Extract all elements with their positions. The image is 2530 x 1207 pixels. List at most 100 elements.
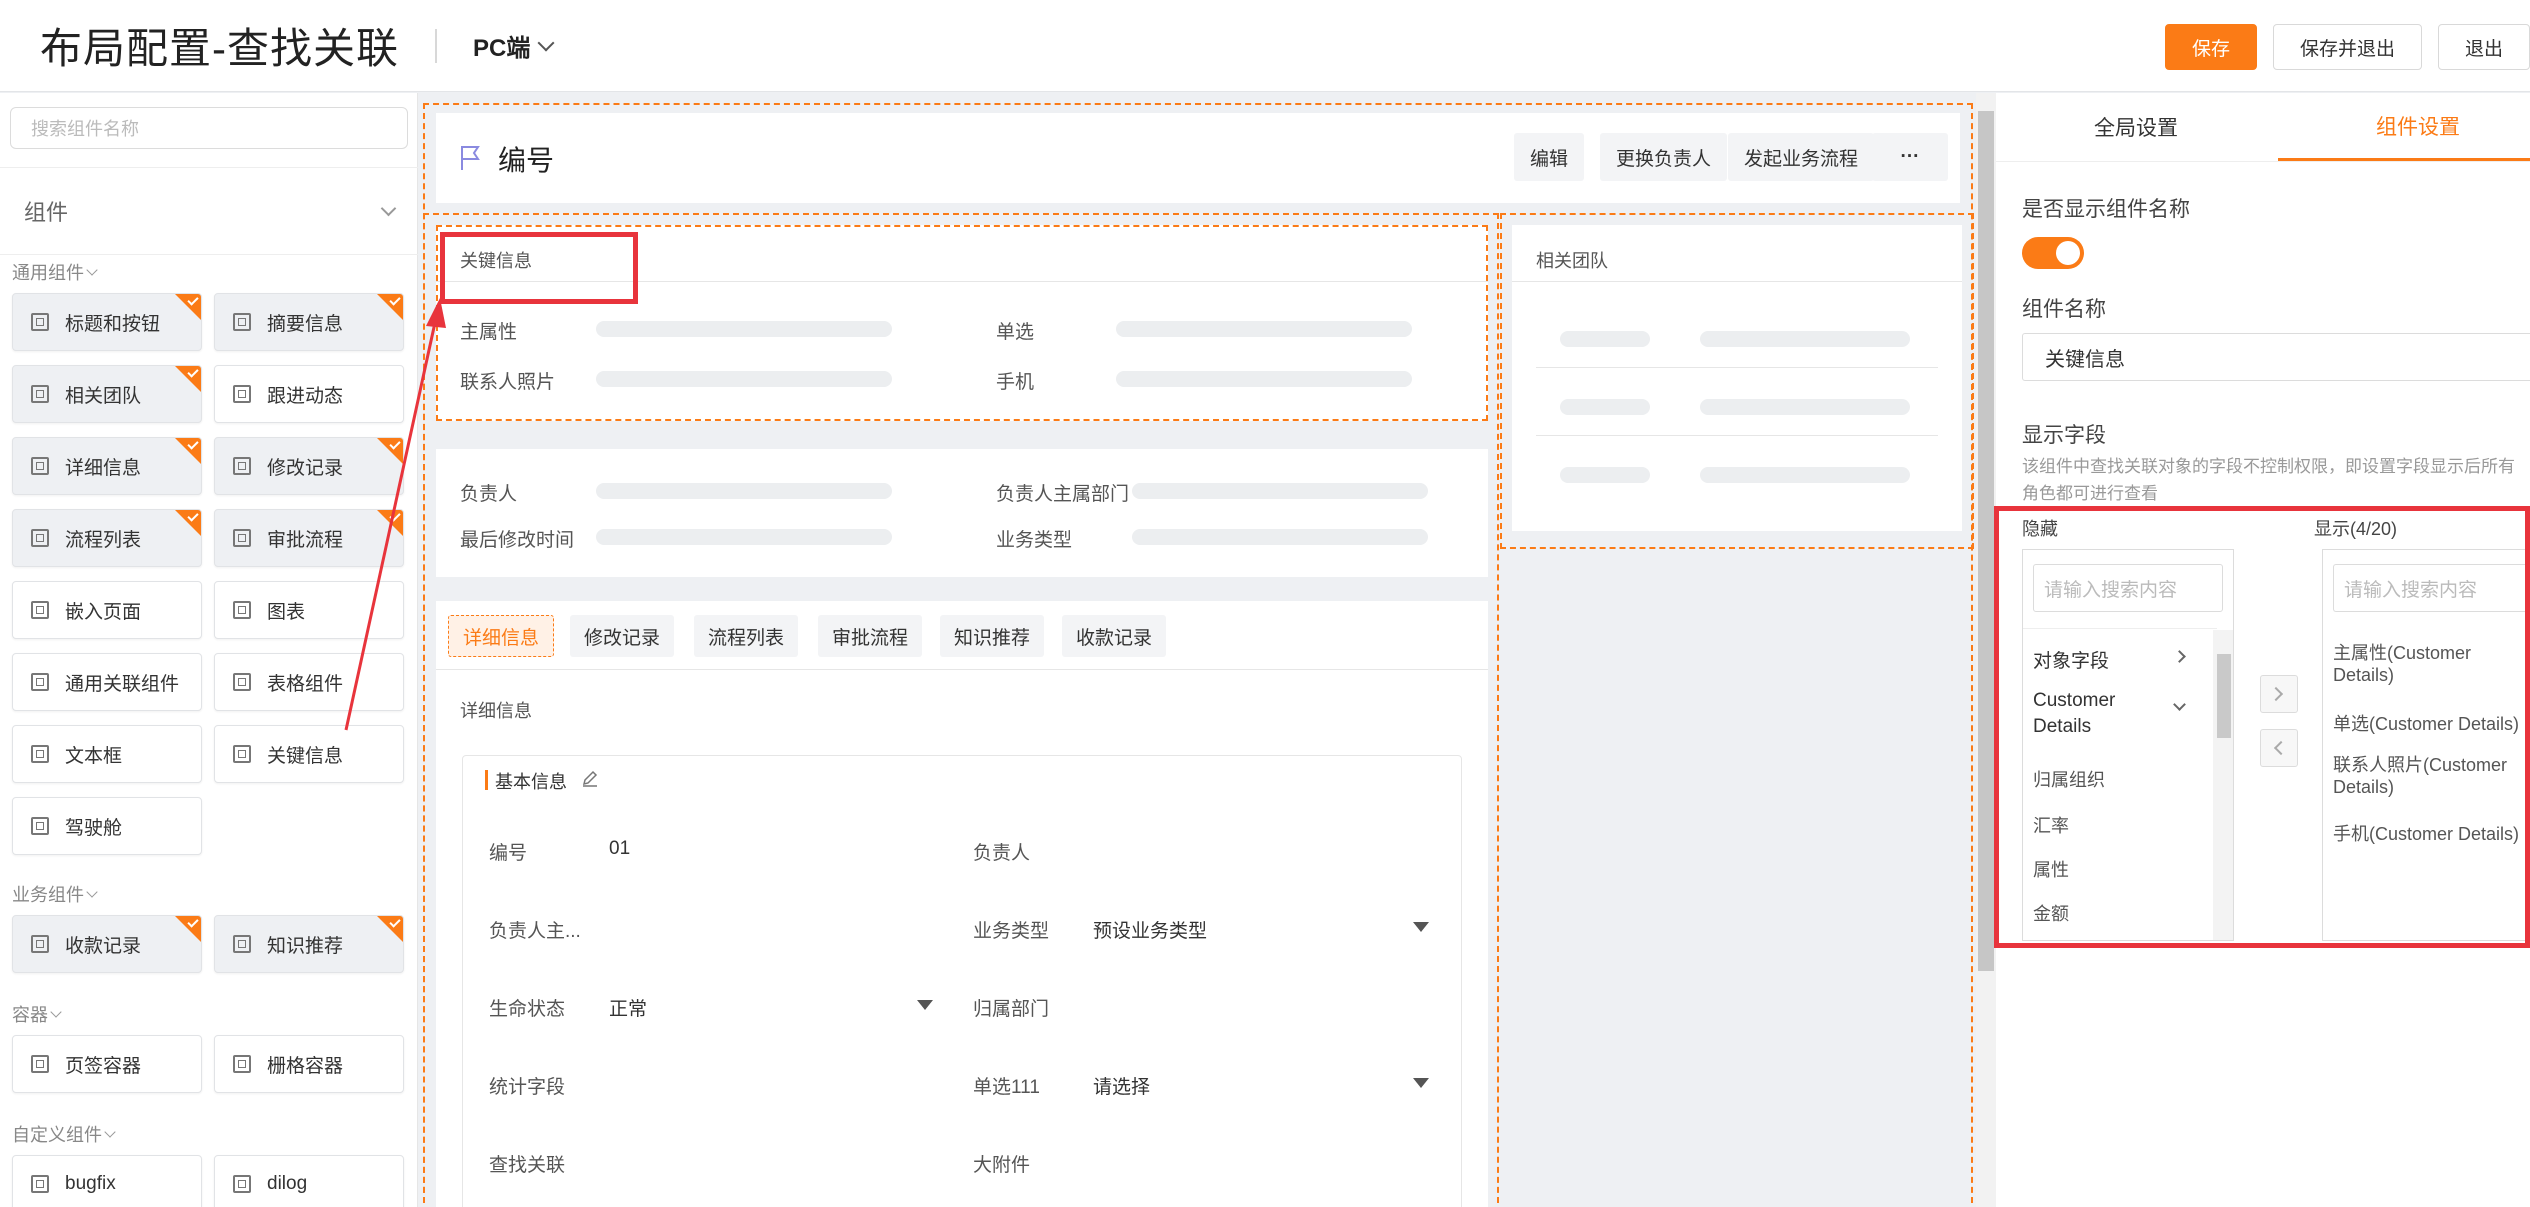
component-tile[interactable]: 关键信息 — [214, 725, 404, 783]
divider — [1536, 367, 1938, 368]
component-tile[interactable]: 跟进动态 — [214, 365, 404, 423]
canvas-scrollbar[interactable] — [1976, 93, 1996, 1207]
exit-button[interactable]: 退出 — [2437, 24, 2530, 70]
form-value[interactable]: 请选择 — [1093, 1072, 1150, 1099]
group-business-label[interactable]: 业务组件 — [12, 881, 98, 907]
skeleton-bar — [596, 321, 892, 337]
check-corner-icon — [175, 510, 201, 536]
component-icon — [233, 457, 251, 475]
change-owner-button[interactable]: 更换负责人 — [1600, 133, 1728, 181]
component-tile[interactable]: 收款记录 — [12, 915, 202, 973]
highlight-box — [1994, 506, 2530, 948]
component-tile[interactable]: 文本框 — [12, 725, 202, 783]
component-icon — [31, 601, 49, 619]
group-container-label[interactable]: 容器 — [12, 1001, 62, 1027]
component-tile[interactable]: 流程列表 — [12, 509, 202, 567]
chevron-down-icon — [50, 1006, 62, 1018]
component-tile-label: 流程列表 — [65, 529, 142, 551]
edit-icon[interactable] — [581, 770, 599, 788]
tab-container-card: 详细信息 修改记录 流程列表 审批流程 知识推荐 收款记录 详细信息 基本信息 … — [436, 601, 1488, 1207]
component-tile[interactable]: 修改记录 — [214, 437, 404, 495]
component-tile[interactable]: 标题和按钮 — [12, 293, 202, 351]
skeleton-bar — [1560, 467, 1650, 483]
title-buttons-card[interactable]: 编号 编辑 更换负责人 发起业务流程 ··· — [436, 113, 1960, 203]
summary-field-label: 负责人 — [460, 484, 518, 505]
component-tile[interactable]: 详细信息 — [12, 437, 202, 495]
show-name-toggle[interactable] — [2022, 237, 2084, 269]
form-value[interactable]: 预设业务类型 — [1093, 916, 1207, 943]
skeleton-bar — [1700, 399, 1910, 415]
chevron-down-icon — [86, 264, 98, 276]
check-corner-icon — [377, 294, 403, 320]
group-custom-label[interactable]: 自定义组件 — [12, 1121, 116, 1147]
component-tile-label: 栅格容器 — [267, 1055, 344, 1077]
related-team-card[interactable]: 相关团队 — [1512, 225, 1962, 531]
display-fields-hint: 该组件中查找关联对象的字段不控制权限，即设置字段显示后所有角色都可进行查看 — [2022, 457, 2515, 503]
save-button[interactable]: 保存 — [2164, 24, 2257, 70]
divider — [436, 669, 1488, 670]
components-collapse-header[interactable]: 组件 — [0, 167, 418, 255]
check-corner-icon — [175, 366, 201, 392]
tab-global-settings[interactable]: 全局设置 — [1996, 93, 2276, 161]
component-panel: 搜索组件名称 组件 通用组件 标题和按钮 摘要信息 相关团队 跟进动态 详细信息 修改记录… — [0, 93, 418, 1207]
component-tile-label: 标题和按钮 — [65, 313, 161, 335]
divider — [1996, 161, 2530, 162]
component-tile[interactable]: 相关团队 — [12, 365, 202, 423]
start-process-button[interactable]: 发起业务流程 — [1728, 133, 1875, 181]
tab-component-settings[interactable]: 组件设置 — [2278, 93, 2530, 161]
component-tile[interactable]: dilog — [214, 1155, 404, 1207]
device-selector[interactable]: PC端 — [473, 28, 555, 63]
section-accent — [485, 770, 488, 790]
component-icon — [31, 457, 49, 475]
check-corner-icon — [175, 438, 201, 464]
check-corner-icon — [377, 916, 403, 942]
component-tile-label: 审批流程 — [267, 529, 344, 551]
component-tile[interactable]: 页签容器 — [12, 1035, 202, 1093]
component-tile-label: 图表 — [267, 601, 306, 623]
check-corner-icon — [175, 916, 201, 942]
tab-approval[interactable]: 审批流程 — [818, 615, 923, 657]
tab-change-log[interactable]: 修改记录 — [570, 615, 675, 657]
component-tile-label: bugfix — [65, 1173, 116, 1194]
tab-process-list[interactable]: 流程列表 — [694, 615, 799, 657]
group-general-label[interactable]: 通用组件 — [12, 259, 98, 285]
component-tile[interactable]: bugfix — [12, 1155, 202, 1207]
component-name-input[interactable]: 关键信息 — [2022, 333, 2530, 381]
save-and-exit-button[interactable]: 保存并退出 — [2272, 24, 2422, 70]
scrollbar-thumb[interactable] — [1978, 111, 1994, 971]
component-tile-label: 知识推荐 — [267, 935, 344, 957]
component-tile[interactable]: 审批流程 — [214, 509, 404, 567]
components-label: 组件 — [24, 200, 69, 225]
show-name-label: 是否显示组件名称 — [2022, 198, 2190, 221]
key-field-label: 联系人照片 — [460, 372, 556, 393]
tab-knowledge[interactable]: 知识推荐 — [940, 615, 1045, 657]
component-tile[interactable]: 图表 — [214, 581, 404, 639]
caret-down-icon[interactable] — [917, 1000, 933, 1010]
component-tile[interactable]: 栅格容器 — [214, 1035, 404, 1093]
form-label: 单选111 — [973, 1077, 1040, 1098]
form-value[interactable]: 正常 — [609, 994, 647, 1021]
caret-down-icon[interactable] — [1413, 1078, 1429, 1088]
component-tile[interactable]: 摘要信息 — [214, 293, 404, 351]
form-value[interactable]: 01 — [609, 838, 630, 860]
component-tile[interactable]: 通用关联组件 — [12, 653, 202, 711]
group-container-text: 容器 — [12, 1005, 48, 1025]
summary-field-label: 负责人主属部门 — [996, 484, 1130, 505]
component-search-input[interactable]: 搜索组件名称 — [10, 107, 408, 149]
edit-button[interactable]: 编辑 — [1514, 133, 1585, 181]
basic-info-section: 基本信息 编号 01 负责人 负责人主... 业务类型 预设业务类型 生命状态 … — [462, 755, 1462, 1207]
caret-down-icon[interactable] — [1413, 922, 1429, 932]
tab-payment[interactable]: 收款记录 — [1062, 615, 1167, 657]
component-icon — [31, 529, 49, 547]
summary-card[interactable]: 负责人 负责人主属部门 最后修改时间 业务类型 — [436, 449, 1488, 577]
more-button[interactable]: ··· — [1872, 133, 1948, 181]
component-tile[interactable]: 驾驶舱 — [12, 797, 202, 855]
chevron-down-icon — [104, 1126, 116, 1138]
related-team-title: 相关团队 — [1536, 251, 1608, 271]
tab-detail[interactable]: 详细信息 — [448, 615, 555, 657]
component-tile-label: dilog — [267, 1173, 308, 1194]
summary-field-label: 最后修改时间 — [460, 530, 575, 551]
component-tile[interactable]: 嵌入页面 — [12, 581, 202, 639]
component-tile[interactable]: 知识推荐 — [214, 915, 404, 973]
component-tile[interactable]: 表格组件 — [214, 653, 404, 711]
